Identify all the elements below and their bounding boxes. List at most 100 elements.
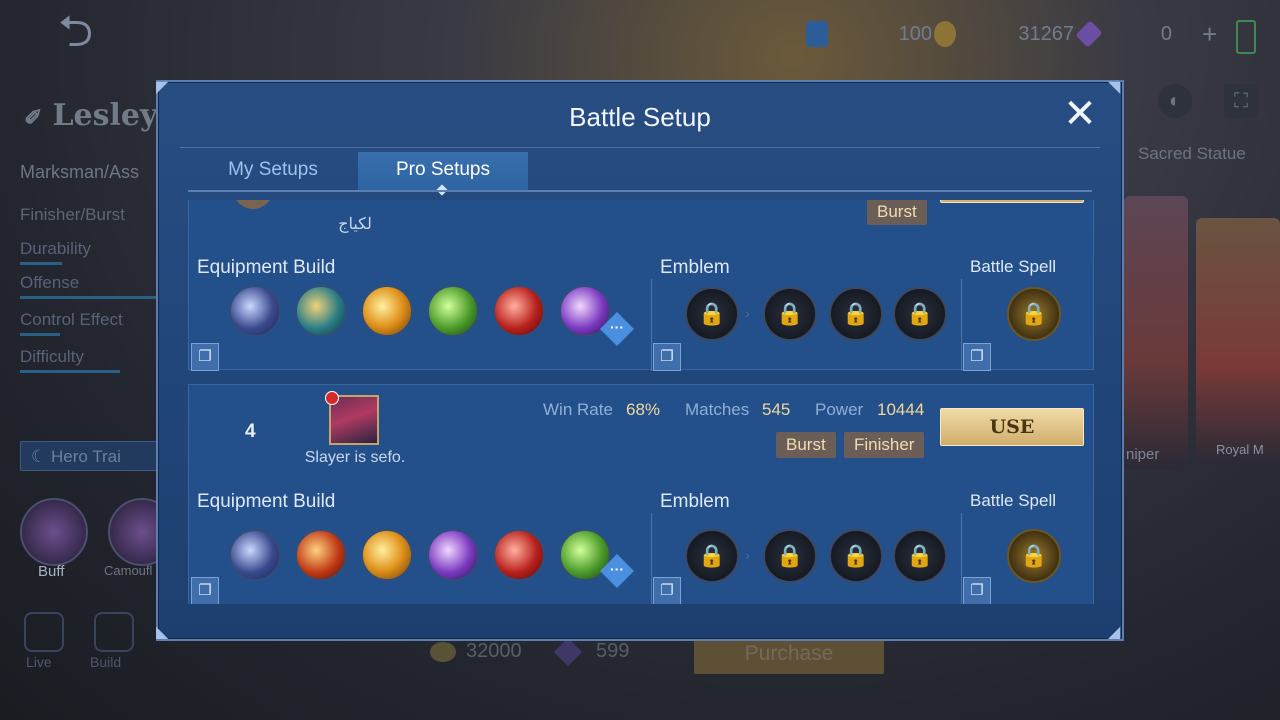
section-divider: [961, 513, 962, 604]
battle-setup-dialog: ◤ ◥ ◣ ◢ Battle Setup ✕ My Setups Pro Set…: [156, 80, 1124, 641]
power-value: 10444: [877, 400, 925, 419]
section-divider: [651, 279, 652, 371]
ticket-counter: 100: [806, 14, 932, 54]
build-icon[interactable]: [94, 612, 134, 652]
corner-ornament-icon: ◥: [1108, 79, 1121, 96]
use-button[interactable]: USE: [940, 408, 1084, 446]
boots-item-icon[interactable]: [295, 285, 347, 337]
green-blade-item-icon[interactable]: [427, 285, 479, 337]
corner-ornament-icon: ◤: [156, 79, 169, 96]
locked-spell-icon[interactable]: 🔒: [1007, 529, 1061, 583]
hero-name-text: Lesley: [52, 98, 158, 133]
tag-burst: Burst: [776, 432, 836, 458]
win-rate-value: 68%: [626, 400, 661, 419]
rank-medal-icon: [233, 200, 273, 209]
locked-talent-icon[interactable]: 🔒: [763, 287, 817, 341]
hero-name: ✐ Lesley: [24, 98, 157, 133]
price-diamonds: 599: [553, 637, 629, 666]
locked-talent-icon[interactable]: 🔒: [893, 287, 947, 341]
skin-card-royal-label: Royal M: [1216, 442, 1264, 457]
more-dots-icon: ···: [610, 319, 624, 335]
diamond-counter: 0 +: [1075, 14, 1217, 54]
sound-icon[interactable]: ◐: [1158, 84, 1192, 118]
locked-talent-icon[interactable]: 🔒: [829, 529, 883, 583]
skin-card-sniper[interactable]: [1124, 196, 1188, 470]
crescent-bow-item-icon[interactable]: [229, 285, 281, 337]
hero-specialty: Finisher/Burst: [20, 205, 125, 224]
stat-difficulty: Difficulty: [20, 347, 84, 366]
tag-finisher: Finisher: [844, 432, 925, 458]
hero-trial-label: Hero Trai: [50, 447, 121, 466]
stat-durability: Durability: [20, 239, 91, 258]
copy-emblem-icon[interactable]: ❐: [653, 577, 681, 604]
diamond-count: 0: [1160, 22, 1172, 45]
locked-spell-icon[interactable]: 🔒: [1007, 287, 1061, 341]
locked-emblem-icon[interactable]: 🔒: [685, 287, 739, 341]
more-dots-icon: ···: [610, 561, 624, 577]
rank-number: 4: [245, 421, 256, 442]
section-divider: [651, 513, 652, 604]
golden-staff-item-icon[interactable]: [361, 285, 413, 337]
skin-card-royal[interactable]: [1196, 218, 1280, 464]
dialog-title: Battle Setup: [569, 102, 711, 132]
country-flag-icon: [325, 391, 339, 405]
live-icon[interactable]: [24, 612, 64, 652]
red-boots-item-icon[interactable]: [295, 529, 347, 581]
copy-spell-icon[interactable]: ❐: [963, 343, 991, 371]
locked-emblem-icon[interactable]: 🔒: [685, 529, 739, 583]
emblem-label: Emblem: [660, 491, 730, 512]
tab-pro-setups[interactable]: Pro Setups: [358, 152, 528, 190]
fullscreen-icon[interactable]: ⛶: [1224, 84, 1258, 118]
matches-label: Matches: [685, 400, 750, 419]
tag-burst: Burst: [867, 200, 927, 225]
copy-build-icon[interactable]: ❐: [191, 577, 219, 604]
skin-buff-icon[interactable]: [20, 498, 88, 566]
crescent-bow-item-icon[interactable]: [229, 529, 281, 581]
purple-wings-item-icon[interactable]: [427, 529, 479, 581]
tab-my-setups[interactable]: My Setups: [188, 152, 358, 190]
hero-trial-button[interactable]: ☾ Hero Trai: [20, 441, 160, 471]
player-name: لكياج: [338, 216, 372, 233]
arrow-right-icon: ›: [745, 305, 750, 321]
battle-points-icon: [934, 21, 956, 47]
close-icon[interactable]: ✕: [1062, 94, 1098, 134]
add-diamond-icon[interactable]: +: [1202, 19, 1217, 50]
price-bp: 32000: [430, 640, 522, 663]
stat-control-effect: Control Effect: [20, 310, 123, 329]
battle-spell-label: Battle Spell: [970, 491, 1056, 510]
feather-icon: ✐: [24, 105, 43, 131]
golden-staff-item-icon[interactable]: [361, 529, 413, 581]
red-spear-item-icon[interactable]: [493, 529, 545, 581]
copy-build-icon[interactable]: ❐: [191, 343, 219, 371]
tab-divider: [188, 190, 1092, 192]
back-arrow-icon[interactable]: ⮌: [58, 10, 138, 54]
ticket-icon: [806, 21, 828, 47]
diamond-price-icon: [553, 637, 583, 666]
pro-setups-list[interactable]: لكياج Burst Equipment Build Emblem Battl…: [188, 200, 1094, 604]
equipment-build-label: Equipment Build: [197, 257, 336, 278]
build-label: Build: [90, 654, 122, 670]
locked-talent-icon[interactable]: 🔒: [829, 287, 883, 341]
title-divider: [180, 147, 1100, 148]
equipment-build-label: Equipment Build: [197, 491, 336, 512]
locked-talent-icon[interactable]: 🔒: [893, 529, 947, 583]
difficulty-bar: [20, 370, 120, 373]
win-rate-label: Win Rate: [543, 400, 613, 419]
setup-entry: 4 Slayer is sefo. Win Rate 68% Matches 5…: [188, 384, 1094, 604]
setup-entry: لكياج Burst Equipment Build Emblem Battl…: [188, 200, 1094, 371]
sacred-statue-tab[interactable]: Sacred Statue: [1138, 144, 1246, 164]
corner-ornament-icon: ◢: [1108, 624, 1121, 641]
locked-talent-icon[interactable]: 🔒: [763, 529, 817, 583]
price-bp-value: 32000: [466, 640, 522, 662]
skin-card-sniper-label: niper: [1126, 446, 1160, 463]
red-spear-item-icon[interactable]: [493, 285, 545, 337]
bp-coin-icon: [430, 641, 456, 662]
player-name: Slayer is sefo.: [304, 449, 406, 466]
battle-spell-label: Battle Spell: [970, 257, 1056, 276]
use-button[interactable]: [940, 200, 1084, 203]
battle-points-count: 31267: [1018, 22, 1074, 45]
power-label: Power: [815, 400, 864, 419]
section-divider: [961, 279, 962, 371]
copy-emblem-icon[interactable]: ❐: [653, 343, 681, 371]
copy-spell-icon[interactable]: ❐: [963, 577, 991, 604]
